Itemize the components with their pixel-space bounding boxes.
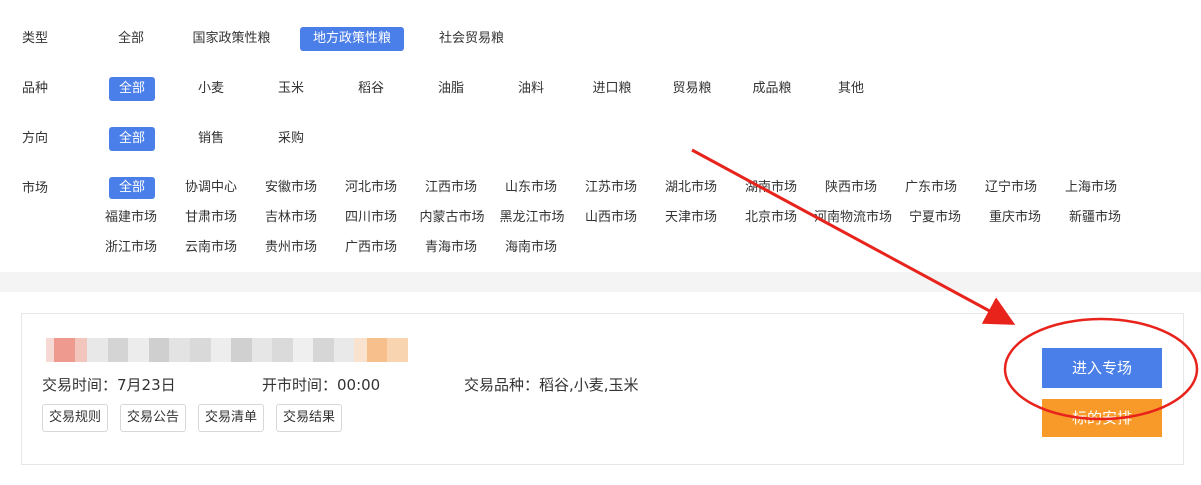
filter-label-market: 市场 [22,181,49,196]
filter-panel: 类型 全部 国家政策性粮 地方政策性粮 社会贸易粮 品种 全部 小麦 玉米 稻谷… [0,0,1201,272]
type-option-social[interactable]: 社会贸易粮 [428,27,515,51]
variety-option-oilseed[interactable]: 油料 [508,77,554,101]
list-link[interactable]: 交易清单 [198,404,265,432]
market-option[interactable]: 宁夏市场 [904,207,966,229]
market-option[interactable]: 重庆市场 [984,207,1046,229]
content-panel: 交易时间：7月23日 开市时间：00:00 交易品种：稻谷,小麦,玉米 交易规则… [0,292,1201,485]
market-option[interactable]: 江苏市场 [580,177,642,199]
market-option[interactable]: 山西市场 [580,207,642,229]
variety-option-other[interactable]: 其他 [828,77,874,101]
rules-link[interactable]: 交易规则 [42,404,109,432]
market-option[interactable]: 协调中心 [180,177,242,199]
filter-label-direction: 方向 [22,131,49,146]
market-option[interactable]: 广东市场 [900,177,962,199]
market-option[interactable]: 青海市场 [420,237,482,259]
trade-variety: 交易品种：稻谷,小麦,玉米 [464,376,639,394]
listing-title-redacted [46,338,408,362]
variety-option-finished[interactable]: 成品粮 [746,77,798,101]
direction-option-all[interactable]: 全部 [109,127,155,151]
variety-option-corn[interactable]: 玉米 [268,77,314,101]
enter-session-button[interactable]: 进入专场 [1042,348,1162,388]
filter-label-type: 类型 [22,31,49,46]
market-option[interactable]: 湖南市场 [740,177,802,199]
lot-schedule-button[interactable]: 标的安排 [1042,399,1162,437]
market-option[interactable]: 四川市场 [340,207,402,229]
market-option[interactable]: 江西市场 [420,177,482,199]
market-option[interactable]: 吉林市场 [260,207,322,229]
market-option[interactable]: 内蒙古市场 [414,207,490,229]
market-option[interactable]: 浙江市场 [100,237,162,259]
market-option[interactable]: 天津市场 [660,207,722,229]
results-link[interactable]: 交易结果 [276,404,343,432]
variety-option-all[interactable]: 全部 [109,77,155,101]
market-option[interactable]: 上海市场 [1060,177,1122,199]
listing-card: 交易时间：7月23日 开市时间：00:00 交易品种：稻谷,小麦,玉米 交易规则… [21,313,1184,465]
variety-option-import[interactable]: 进口粮 [586,77,638,101]
market-option[interactable]: 河北市场 [340,177,402,199]
variety-option-rice[interactable]: 稻谷 [348,77,394,101]
market-option[interactable]: 广西市场 [340,237,402,259]
market-option[interactable]: 黑龙江市场 [494,207,570,229]
market-option[interactable]: 新疆市场 [1064,207,1126,229]
market-option[interactable]: 全部 [109,177,155,199]
type-option-national[interactable]: 国家政策性粮 [183,27,280,51]
market-option[interactable]: 贵州市场 [260,237,322,259]
market-option[interactable]: 海南市场 [500,237,562,259]
market-option[interactable]: 山东市场 [500,177,562,199]
market-option[interactable]: 云南市场 [180,237,242,259]
variety-option-wheat[interactable]: 小麦 [188,77,234,101]
type-option-all[interactable]: 全部 [109,27,153,51]
market-option[interactable]: 湖北市场 [660,177,722,199]
direction-option-buy[interactable]: 采购 [268,127,314,151]
market-option[interactable]: 甘肃市场 [180,207,242,229]
trade-time: 交易时间：7月23日 [42,376,176,394]
market-option[interactable]: 安徽市场 [260,177,322,199]
market-option[interactable]: 河南物流市场 [808,207,898,229]
direction-option-sell[interactable]: 销售 [188,127,234,151]
filter-label-variety: 品种 [22,81,49,96]
variety-option-oil[interactable]: 油脂 [428,77,474,101]
market-option[interactable]: 陕西市场 [820,177,882,199]
variety-option-trade[interactable]: 贸易粮 [666,77,718,101]
open-time: 开市时间：00:00 [262,376,381,394]
market-option[interactable]: 福建市场 [100,207,162,229]
market-option[interactable]: 辽宁市场 [980,177,1042,199]
market-option[interactable]: 北京市场 [740,207,802,229]
type-option-local[interactable]: 地方政策性粮 [300,27,404,51]
announcement-link[interactable]: 交易公告 [120,404,187,432]
